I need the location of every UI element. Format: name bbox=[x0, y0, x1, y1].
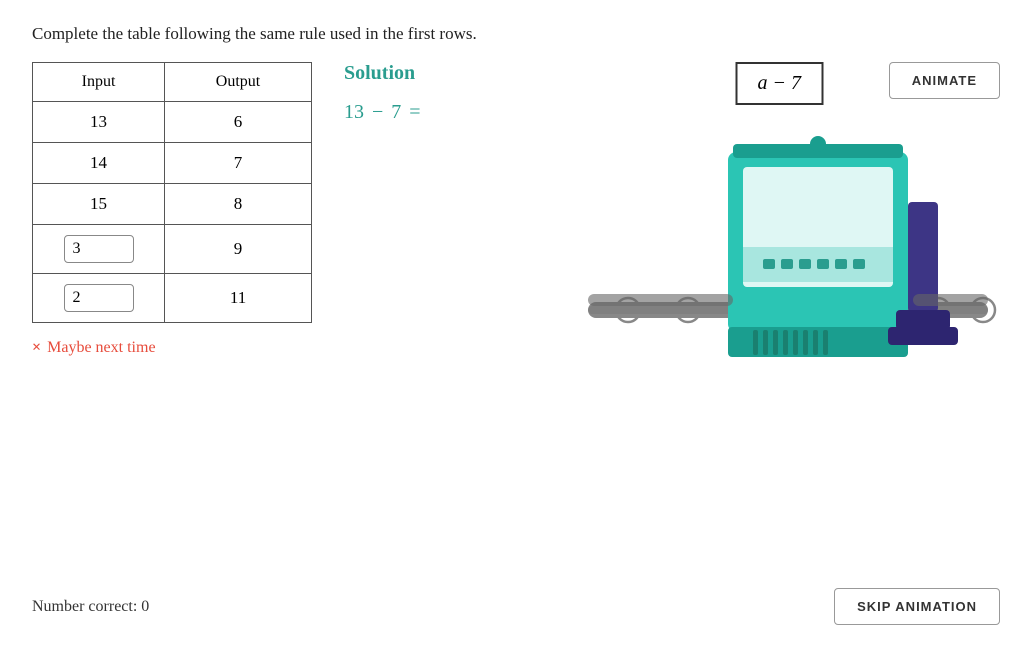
error-icon: × bbox=[32, 339, 41, 357]
table-row: 136 bbox=[33, 102, 312, 143]
output-value-row-1: 7 bbox=[165, 143, 312, 184]
column-header-output: Output bbox=[165, 63, 312, 102]
skip-animation-button[interactable]: SKIP ANIMATION bbox=[834, 588, 1000, 625]
eq-part-1: 13 bbox=[344, 101, 364, 124]
input-value-row-0: 13 bbox=[33, 102, 165, 143]
table-row: 158 bbox=[33, 184, 312, 225]
solution-title: Solution bbox=[344, 62, 544, 85]
output-value-row-0: 6 bbox=[165, 102, 312, 143]
solution-equation: 13 − 7 = bbox=[344, 101, 544, 124]
eq-part-2: 7 bbox=[391, 101, 401, 124]
table-row: 9 bbox=[33, 225, 312, 274]
bottom-bar: Number correct: 0 SKIP ANIMATION bbox=[32, 588, 1000, 625]
machine-svg bbox=[578, 72, 998, 402]
output-value-row-4: 11 bbox=[165, 274, 312, 323]
table-row: 147 bbox=[33, 143, 312, 184]
output-value-row-3: 9 bbox=[165, 225, 312, 274]
input-field-row-3[interactable] bbox=[64, 235, 134, 263]
machine-wrapper: a − 7 bbox=[578, 72, 998, 402]
feedback-message: × Maybe next time bbox=[32, 339, 312, 357]
number-correct-label: Number correct: 0 bbox=[32, 598, 149, 616]
eq-minus: − bbox=[372, 101, 383, 124]
input-output-table: Input Output 136147158911 × Maybe next t… bbox=[32, 62, 312, 357]
column-header-input: Input bbox=[33, 63, 165, 102]
eq-equals: = bbox=[409, 101, 420, 124]
input-value-row-1: 14 bbox=[33, 143, 165, 184]
solution-panel: Solution 13 − 7 = bbox=[344, 62, 544, 124]
input-field-row-4[interactable] bbox=[64, 284, 134, 312]
table-row: 11 bbox=[33, 274, 312, 323]
output-value-row-2: 8 bbox=[165, 184, 312, 225]
formula-box: a − 7 bbox=[736, 62, 824, 105]
instruction-text: Complete the table following the same ru… bbox=[32, 24, 1000, 44]
feedback-text: Maybe next time bbox=[47, 339, 155, 357]
input-value-row-2: 15 bbox=[33, 184, 165, 225]
machine-illustration: ANIMATE a − 7 bbox=[576, 62, 1000, 402]
